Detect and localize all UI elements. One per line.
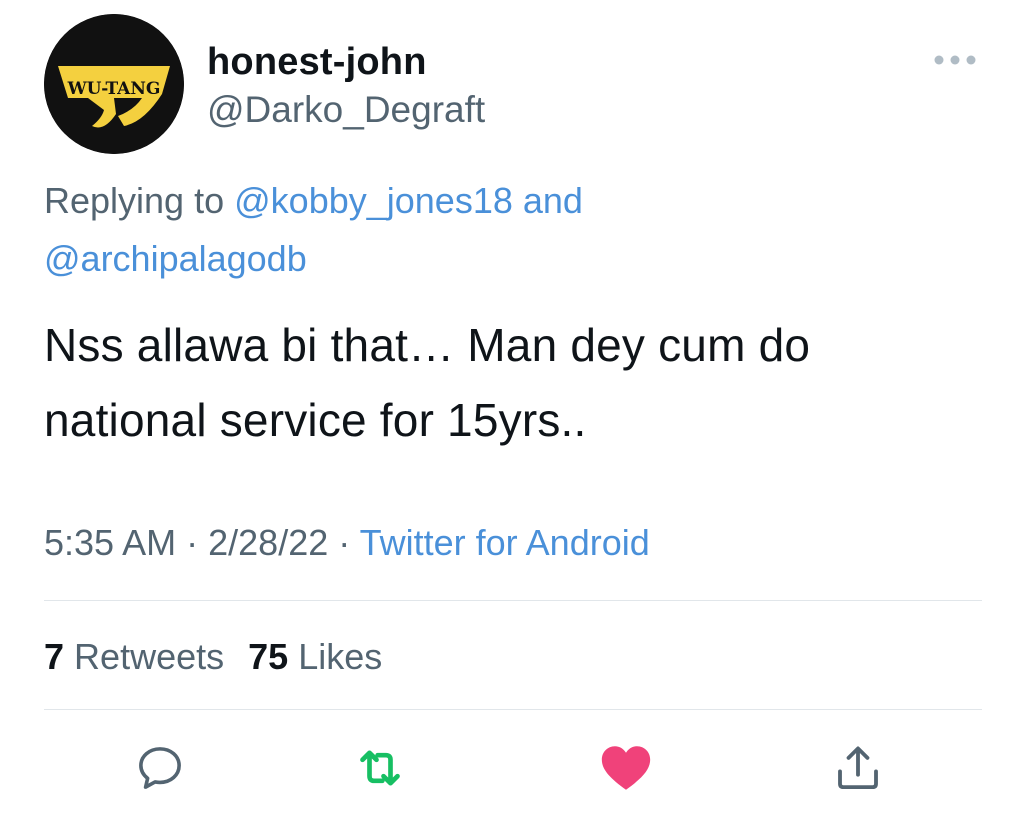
retweet-icon[interactable] [350, 738, 410, 798]
reply-mention-link[interactable]: @kobby_jones18 [234, 180, 513, 221]
reply-icon[interactable] [130, 738, 190, 798]
tweet-stats: 7 Retweets 75 Likes [44, 634, 382, 680]
retweets-stat[interactable]: 7 Retweets [44, 636, 224, 677]
retweets-label: Retweets [74, 636, 225, 677]
share-icon[interactable] [828, 738, 888, 798]
tweet-source-link[interactable]: Twitter for Android [360, 522, 650, 563]
tweet-time[interactable]: 5:35 AM [44, 522, 176, 563]
meta-separator: · [338, 522, 351, 563]
replying-prefix: Replying to [44, 180, 225, 221]
tweet-meta: 5:35 AM · 2/28/22 · Twitter for Android [44, 520, 650, 566]
replying-to: Replying to @kobby_jones18 and @archipal… [44, 172, 944, 288]
likes-label: Likes [298, 636, 383, 677]
likes-count: 75 [248, 636, 289, 677]
likes-stat[interactable]: 75 Likes [248, 636, 382, 677]
tweet-text: Nss allawa bi that… Man dey cum do natio… [44, 319, 811, 446]
user-handle[interactable]: @Darko_Degraft [207, 88, 485, 132]
heart-icon[interactable] [596, 738, 656, 798]
avatar[interactable]: WU-TANG [44, 14, 184, 154]
tweet-date[interactable]: 2/28/22 [208, 522, 328, 563]
reply-connector[interactable]: and [523, 180, 583, 221]
divider [44, 709, 982, 710]
retweets-count: 7 [44, 636, 65, 677]
more-options-icon[interactable] [930, 40, 980, 80]
meta-separator: · [186, 522, 199, 563]
avatar-logo-text: WU-TANG [67, 79, 161, 99]
display-name[interactable]: honest-john [207, 40, 427, 84]
reply-mention-link[interactable]: @archipalagodb [44, 238, 307, 279]
divider [44, 600, 982, 601]
